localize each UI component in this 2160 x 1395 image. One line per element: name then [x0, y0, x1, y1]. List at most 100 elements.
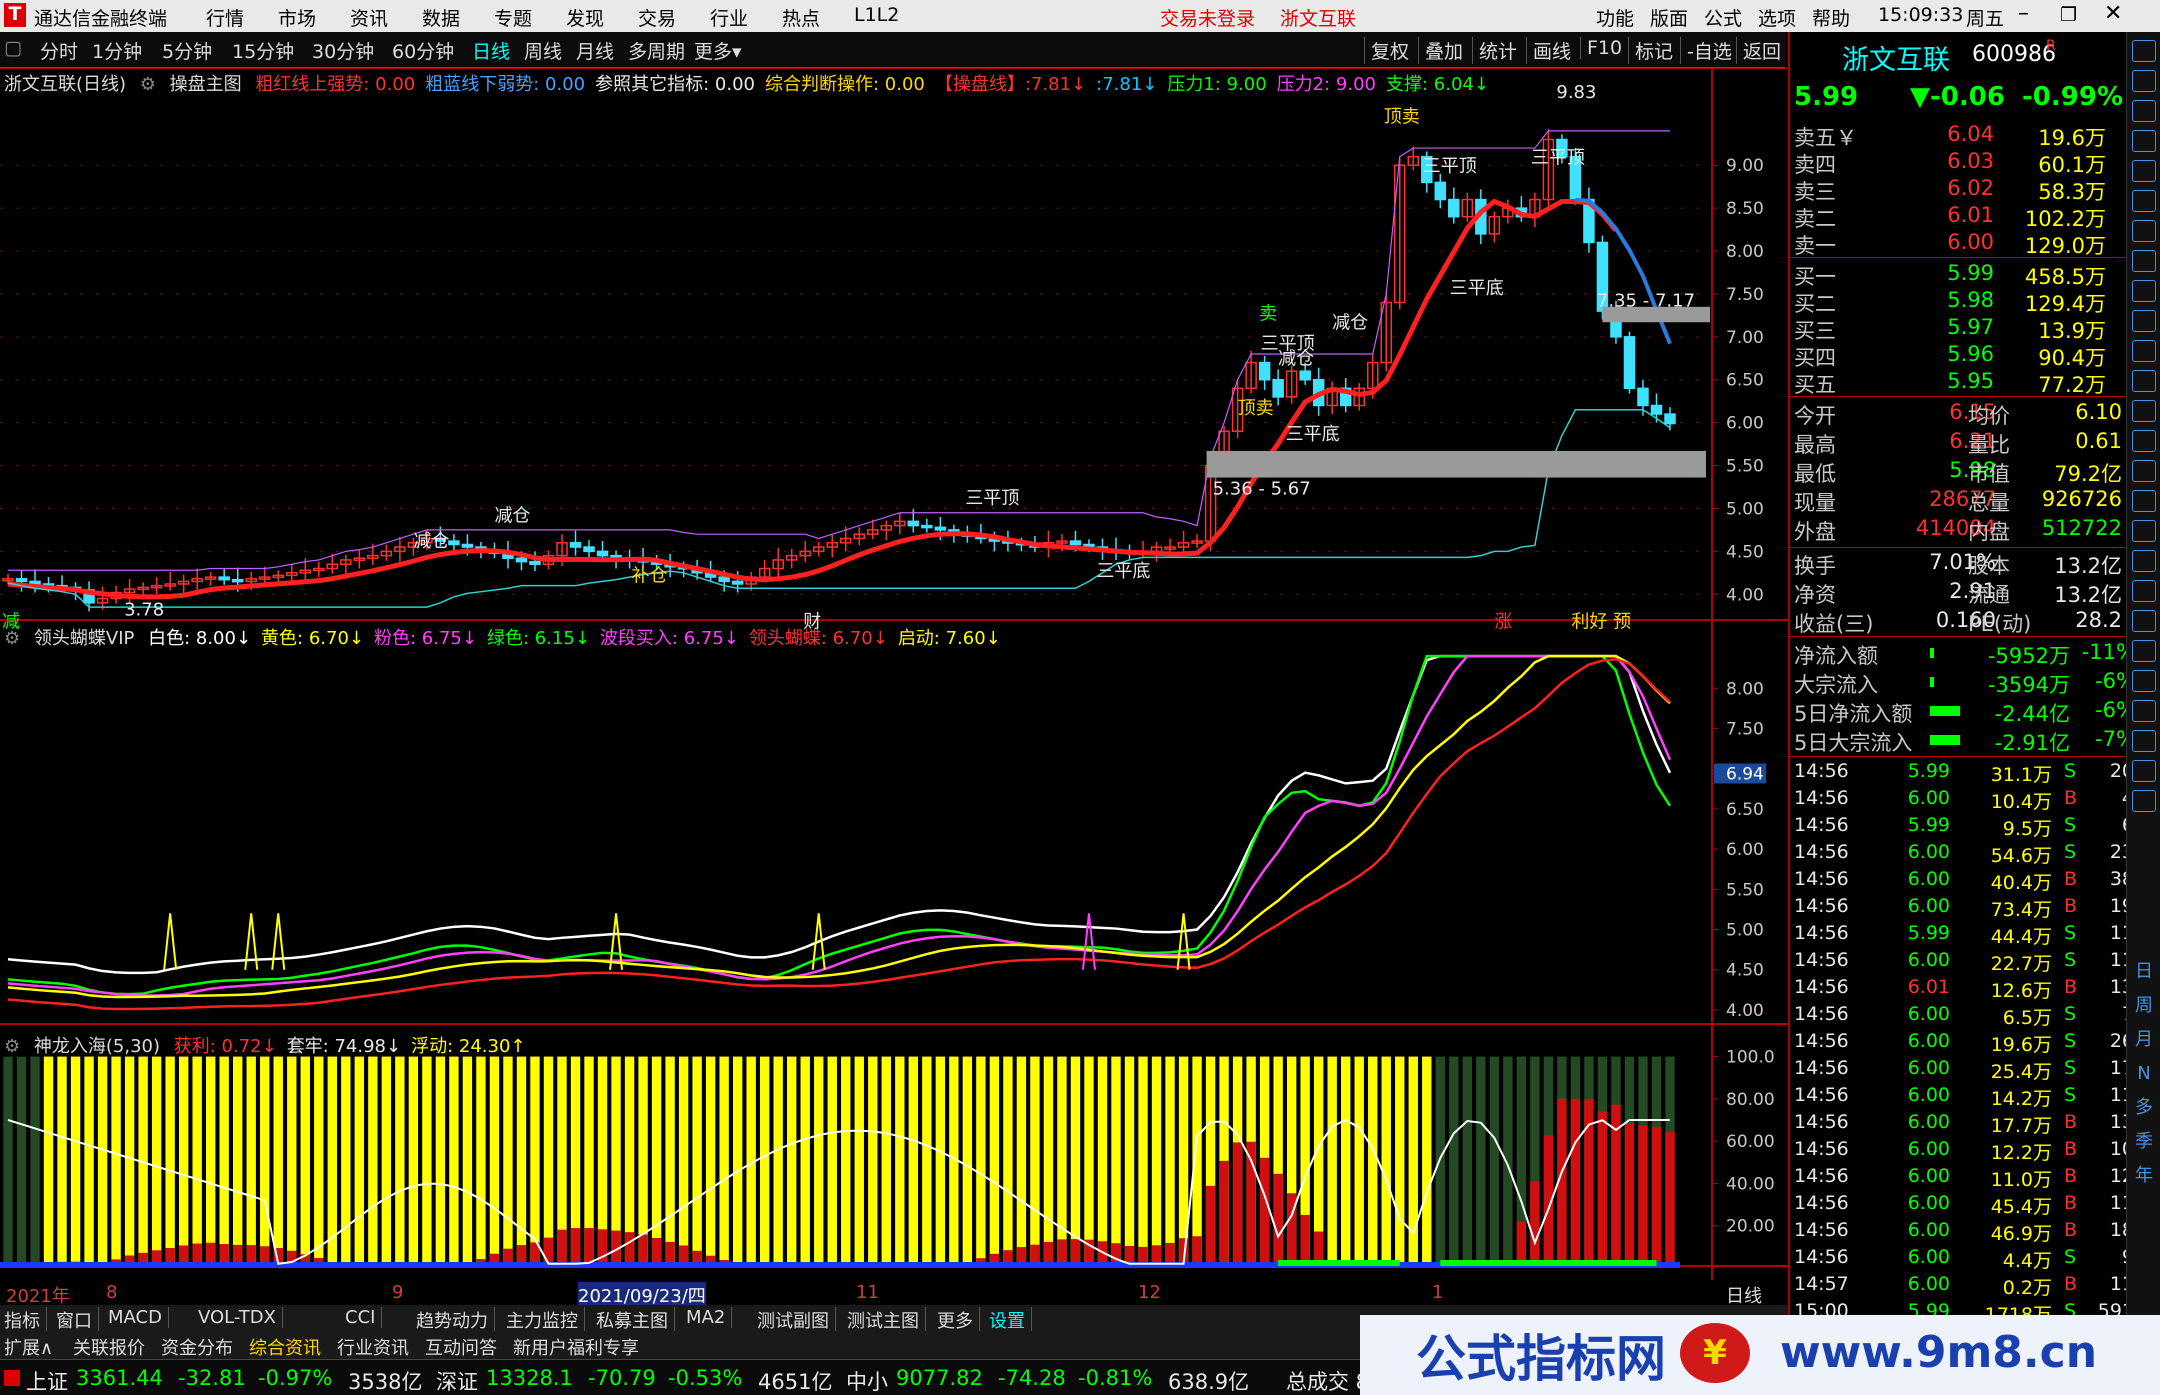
period-monthly[interactable]: 月线: [576, 37, 614, 64]
side-period-6[interactable]: 年: [2132, 1166, 2156, 1188]
menu-news[interactable]: 资讯: [350, 4, 388, 31]
period-5min[interactable]: 5分钟: [162, 37, 212, 64]
indicator-tab[interactable]: MA2: [686, 1307, 733, 1328]
side-period-0[interactable]: 日: [2132, 962, 2156, 984]
side-tool-icon[interactable]: [2132, 730, 2156, 752]
period-weekly[interactable]: 周线: [524, 37, 562, 64]
candle-body[interactable]: [907, 520, 920, 527]
tool-adjust[interactable]: 复权: [1364, 37, 1409, 64]
info-tab[interactable]: 综合资讯: [249, 1334, 321, 1360]
candle-body[interactable]: [15, 578, 28, 583]
side-tool-icon[interactable]: [2132, 790, 2156, 812]
indicator-tab[interactable]: 测试副图: [757, 1307, 836, 1333]
period-timeshare[interactable]: 分时: [40, 37, 78, 64]
indicator-tab[interactable]: 指标: [4, 1307, 47, 1333]
menu-function[interactable]: 功能: [1596, 4, 1634, 31]
menu-market[interactable]: 市场: [278, 4, 316, 31]
indicator-tab[interactable]: MACD: [108, 1307, 169, 1328]
candle-body[interactable]: [1623, 336, 1636, 390]
indicator-tab[interactable]: VOL-TDX: [198, 1307, 283, 1328]
candle-body[interactable]: [1650, 404, 1663, 415]
candle-body[interactable]: [218, 576, 230, 581]
tool-draw[interactable]: 画线: [1526, 37, 1571, 64]
menu-layout[interactable]: 版面: [1650, 4, 1688, 31]
candle-body[interactable]: [731, 580, 744, 585]
indicator-tab[interactable]: 趋势动力: [416, 1307, 495, 1333]
close-icon[interactable]: ✕: [2104, 1, 2122, 26]
info-tab[interactable]: 扩展∧: [4, 1334, 53, 1360]
menu-help[interactable]: 帮助: [1812, 4, 1850, 31]
side-tool-icon[interactable]: [2132, 460, 2156, 482]
side-tool-icon[interactable]: [2132, 370, 2156, 392]
candle-body[interactable]: [529, 560, 541, 565]
candle-body[interactable]: [461, 543, 474, 548]
period-more[interactable]: 更多▾: [694, 37, 742, 64]
indicator-tab[interactable]: 主力监控: [506, 1307, 585, 1333]
menu-industry[interactable]: 行业: [710, 4, 748, 31]
side-tool-icon[interactable]: [2132, 760, 2156, 782]
side-period-1[interactable]: 周: [2132, 996, 2156, 1018]
menu-formula[interactable]: 公式: [1704, 4, 1742, 31]
candle-body[interactable]: [934, 526, 947, 531]
candle-body[interactable]: [596, 550, 609, 557]
side-tool-icon[interactable]: [2132, 220, 2156, 242]
side-tool-icon[interactable]: [2132, 190, 2156, 212]
menu-hot[interactable]: 热点: [782, 4, 820, 31]
menu-trade[interactable]: 交易: [638, 4, 676, 31]
period-30min[interactable]: 30分钟: [312, 37, 374, 64]
side-tool-icon[interactable]: [2132, 280, 2156, 302]
side-tool-icon[interactable]: [2132, 130, 2156, 152]
side-tool-icon[interactable]: [2132, 490, 2156, 512]
menu-quotes[interactable]: 行情: [206, 4, 244, 31]
side-period-5[interactable]: 季: [2132, 1132, 2156, 1154]
candle-body[interactable]: [1272, 378, 1284, 398]
period-15min[interactable]: 15分钟: [232, 37, 294, 64]
candle-body[interactable]: [29, 580, 41, 585]
side-tool-icon[interactable]: [2132, 70, 2156, 92]
side-tool-icon[interactable]: [2132, 520, 2156, 542]
side-tool-icon[interactable]: [2132, 100, 2156, 122]
candle-body[interactable]: [448, 540, 460, 546]
candle-body[interactable]: [718, 576, 730, 583]
indicator-tab[interactable]: 测试主图: [847, 1307, 926, 1333]
candle-body[interactable]: [1434, 181, 1447, 201]
indicator-tab[interactable]: 设置: [989, 1307, 1032, 1333]
side-period-2[interactable]: 月: [2132, 1030, 2156, 1052]
menu-discover[interactable]: 发现: [566, 4, 604, 31]
candle-body[interactable]: [1069, 540, 1082, 546]
menu-topic[interactable]: 专题: [494, 4, 532, 31]
side-period-3[interactable]: N: [2132, 1064, 2156, 1086]
tool-stats[interactable]: 统计: [1472, 37, 1517, 64]
side-period-4[interactable]: 多: [2132, 1098, 2156, 1120]
indicator-tab[interactable]: CCI: [345, 1307, 383, 1328]
side-tool-icon[interactable]: [2132, 700, 2156, 722]
info-tab[interactable]: 关联报价: [73, 1334, 145, 1360]
candle-body[interactable]: [231, 578, 244, 583]
side-tool-icon[interactable]: [2132, 430, 2156, 452]
candle-body[interactable]: [1637, 387, 1649, 407]
side-tool-icon[interactable]: [2132, 550, 2156, 572]
menu-options[interactable]: 选项: [1758, 4, 1796, 31]
info-tab[interactable]: 新用户福利专享: [513, 1334, 639, 1360]
info-tab[interactable]: 互动问答: [425, 1334, 497, 1360]
chart-area[interactable]: 9.00 8.50 8.00 7.50 7.00 6.50 6.00 5.50 5.00 4.50…: [0, 68, 1788, 1280]
tool-watchlist[interactable]: -自选: [1680, 37, 1732, 64]
gear-icon[interactable]: ⚙: [4, 1036, 20, 1057]
indicator-tab[interactable]: 更多: [937, 1307, 980, 1333]
restore-icon[interactable]: ❐: [2060, 4, 2077, 26]
candle-body[interactable]: [583, 546, 595, 553]
gear-icon[interactable]: ⚙: [4, 628, 20, 649]
side-tool-icon[interactable]: [2132, 580, 2156, 602]
side-tool-icon[interactable]: [2132, 340, 2156, 362]
side-tool-icon[interactable]: [2132, 640, 2156, 662]
info-tab[interactable]: 资金分布: [161, 1334, 233, 1360]
side-tool-icon[interactable]: [2132, 40, 2156, 62]
candle-body[interactable]: [1448, 198, 1460, 218]
candle-body[interactable]: [569, 542, 582, 548]
mid-indicator-name[interactable]: 领头蝴蝶VIP: [34, 628, 134, 649]
period-daily[interactable]: 日线: [472, 37, 510, 64]
candle-body[interactable]: [515, 557, 528, 563]
menu-data[interactable]: 数据: [422, 4, 460, 31]
indicator-tab[interactable]: 窗口: [56, 1307, 99, 1333]
side-tool-icon[interactable]: [2132, 400, 2156, 422]
